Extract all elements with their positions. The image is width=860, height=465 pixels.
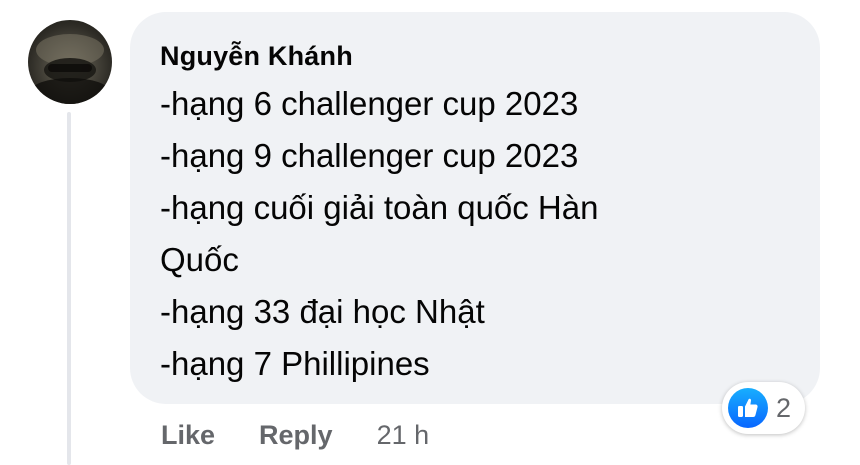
comment-line: -hạng 7 Phillipines <box>160 345 430 382</box>
comment-actions: Like Reply 21 h <box>161 415 429 455</box>
comment-author[interactable]: Nguyễn Khánh <box>160 36 790 76</box>
avatar[interactable] <box>28 20 112 104</box>
reaction-summary[interactable]: 2 <box>722 382 806 434</box>
comment-line: -hạng cuối giải toàn quốc Hàn <box>160 189 599 226</box>
reply-button[interactable]: Reply <box>259 420 333 451</box>
comment-timestamp[interactable]: 21 h <box>377 420 430 451</box>
comment-line: -hạng 9 challenger cup 2023 <box>160 137 579 174</box>
avatar-image <box>30 34 110 104</box>
comment-line: -hạng 6 challenger cup 2023 <box>160 85 579 122</box>
reaction-count: 2 <box>776 392 792 423</box>
thumbs-up-icon <box>728 388 768 428</box>
comment-line: -hạng 33 đại học Nhật <box>160 293 485 330</box>
comment-line: Quốc <box>160 241 239 278</box>
comment-bubble: Nguyễn Khánh -hạng 6 challenger cup 2023… <box>130 12 820 404</box>
like-button[interactable]: Like <box>161 420 215 451</box>
comment-body: -hạng 6 challenger cup 2023 -hạng 9 chal… <box>160 78 790 390</box>
thread-line <box>67 112 71 465</box>
